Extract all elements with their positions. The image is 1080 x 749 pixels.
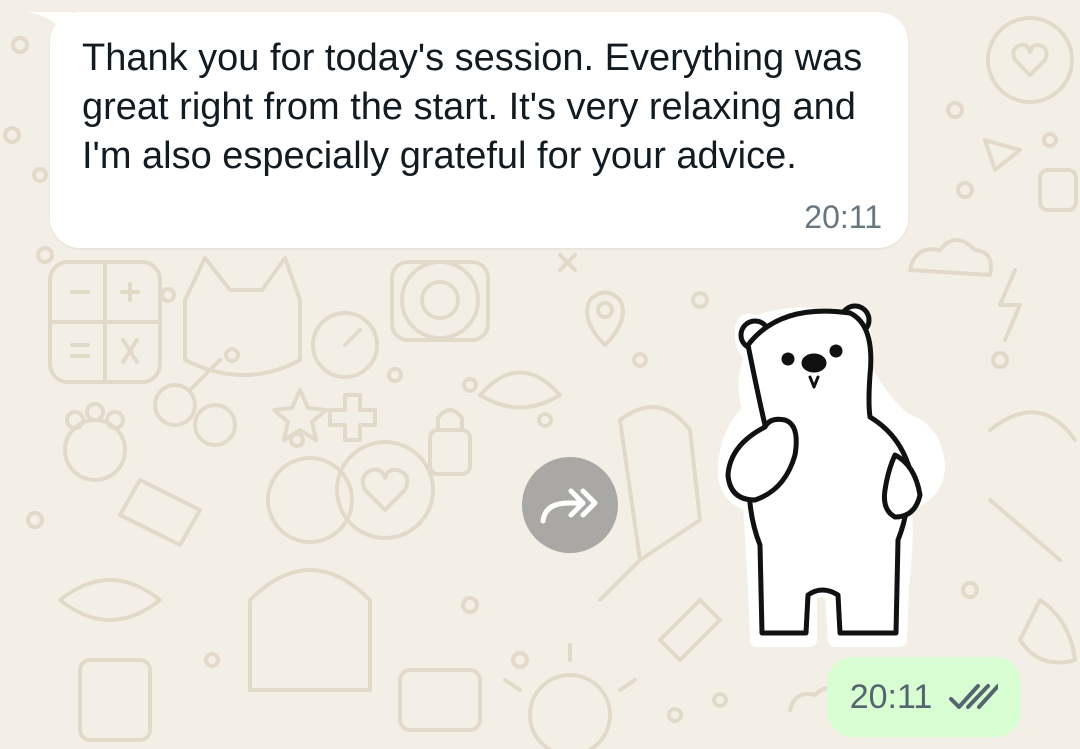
forward-button[interactable] xyxy=(522,457,618,553)
polar-bear-sticker[interactable] xyxy=(710,295,960,655)
incoming-message-bubble[interactable]: Thank you for today's session. Everythin… xyxy=(28,12,908,248)
incoming-message-time: 20:11 xyxy=(804,199,882,235)
bubble-tail xyxy=(28,12,72,42)
outgoing-message-status[interactable]: 20:11 xyxy=(827,657,1021,737)
incoming-message-text: Thank you for today's session. Everythin… xyxy=(82,37,863,177)
outgoing-message-time: 20:11 xyxy=(849,677,933,716)
double-check-icon xyxy=(949,684,999,709)
forward-arrows-icon xyxy=(540,488,598,524)
